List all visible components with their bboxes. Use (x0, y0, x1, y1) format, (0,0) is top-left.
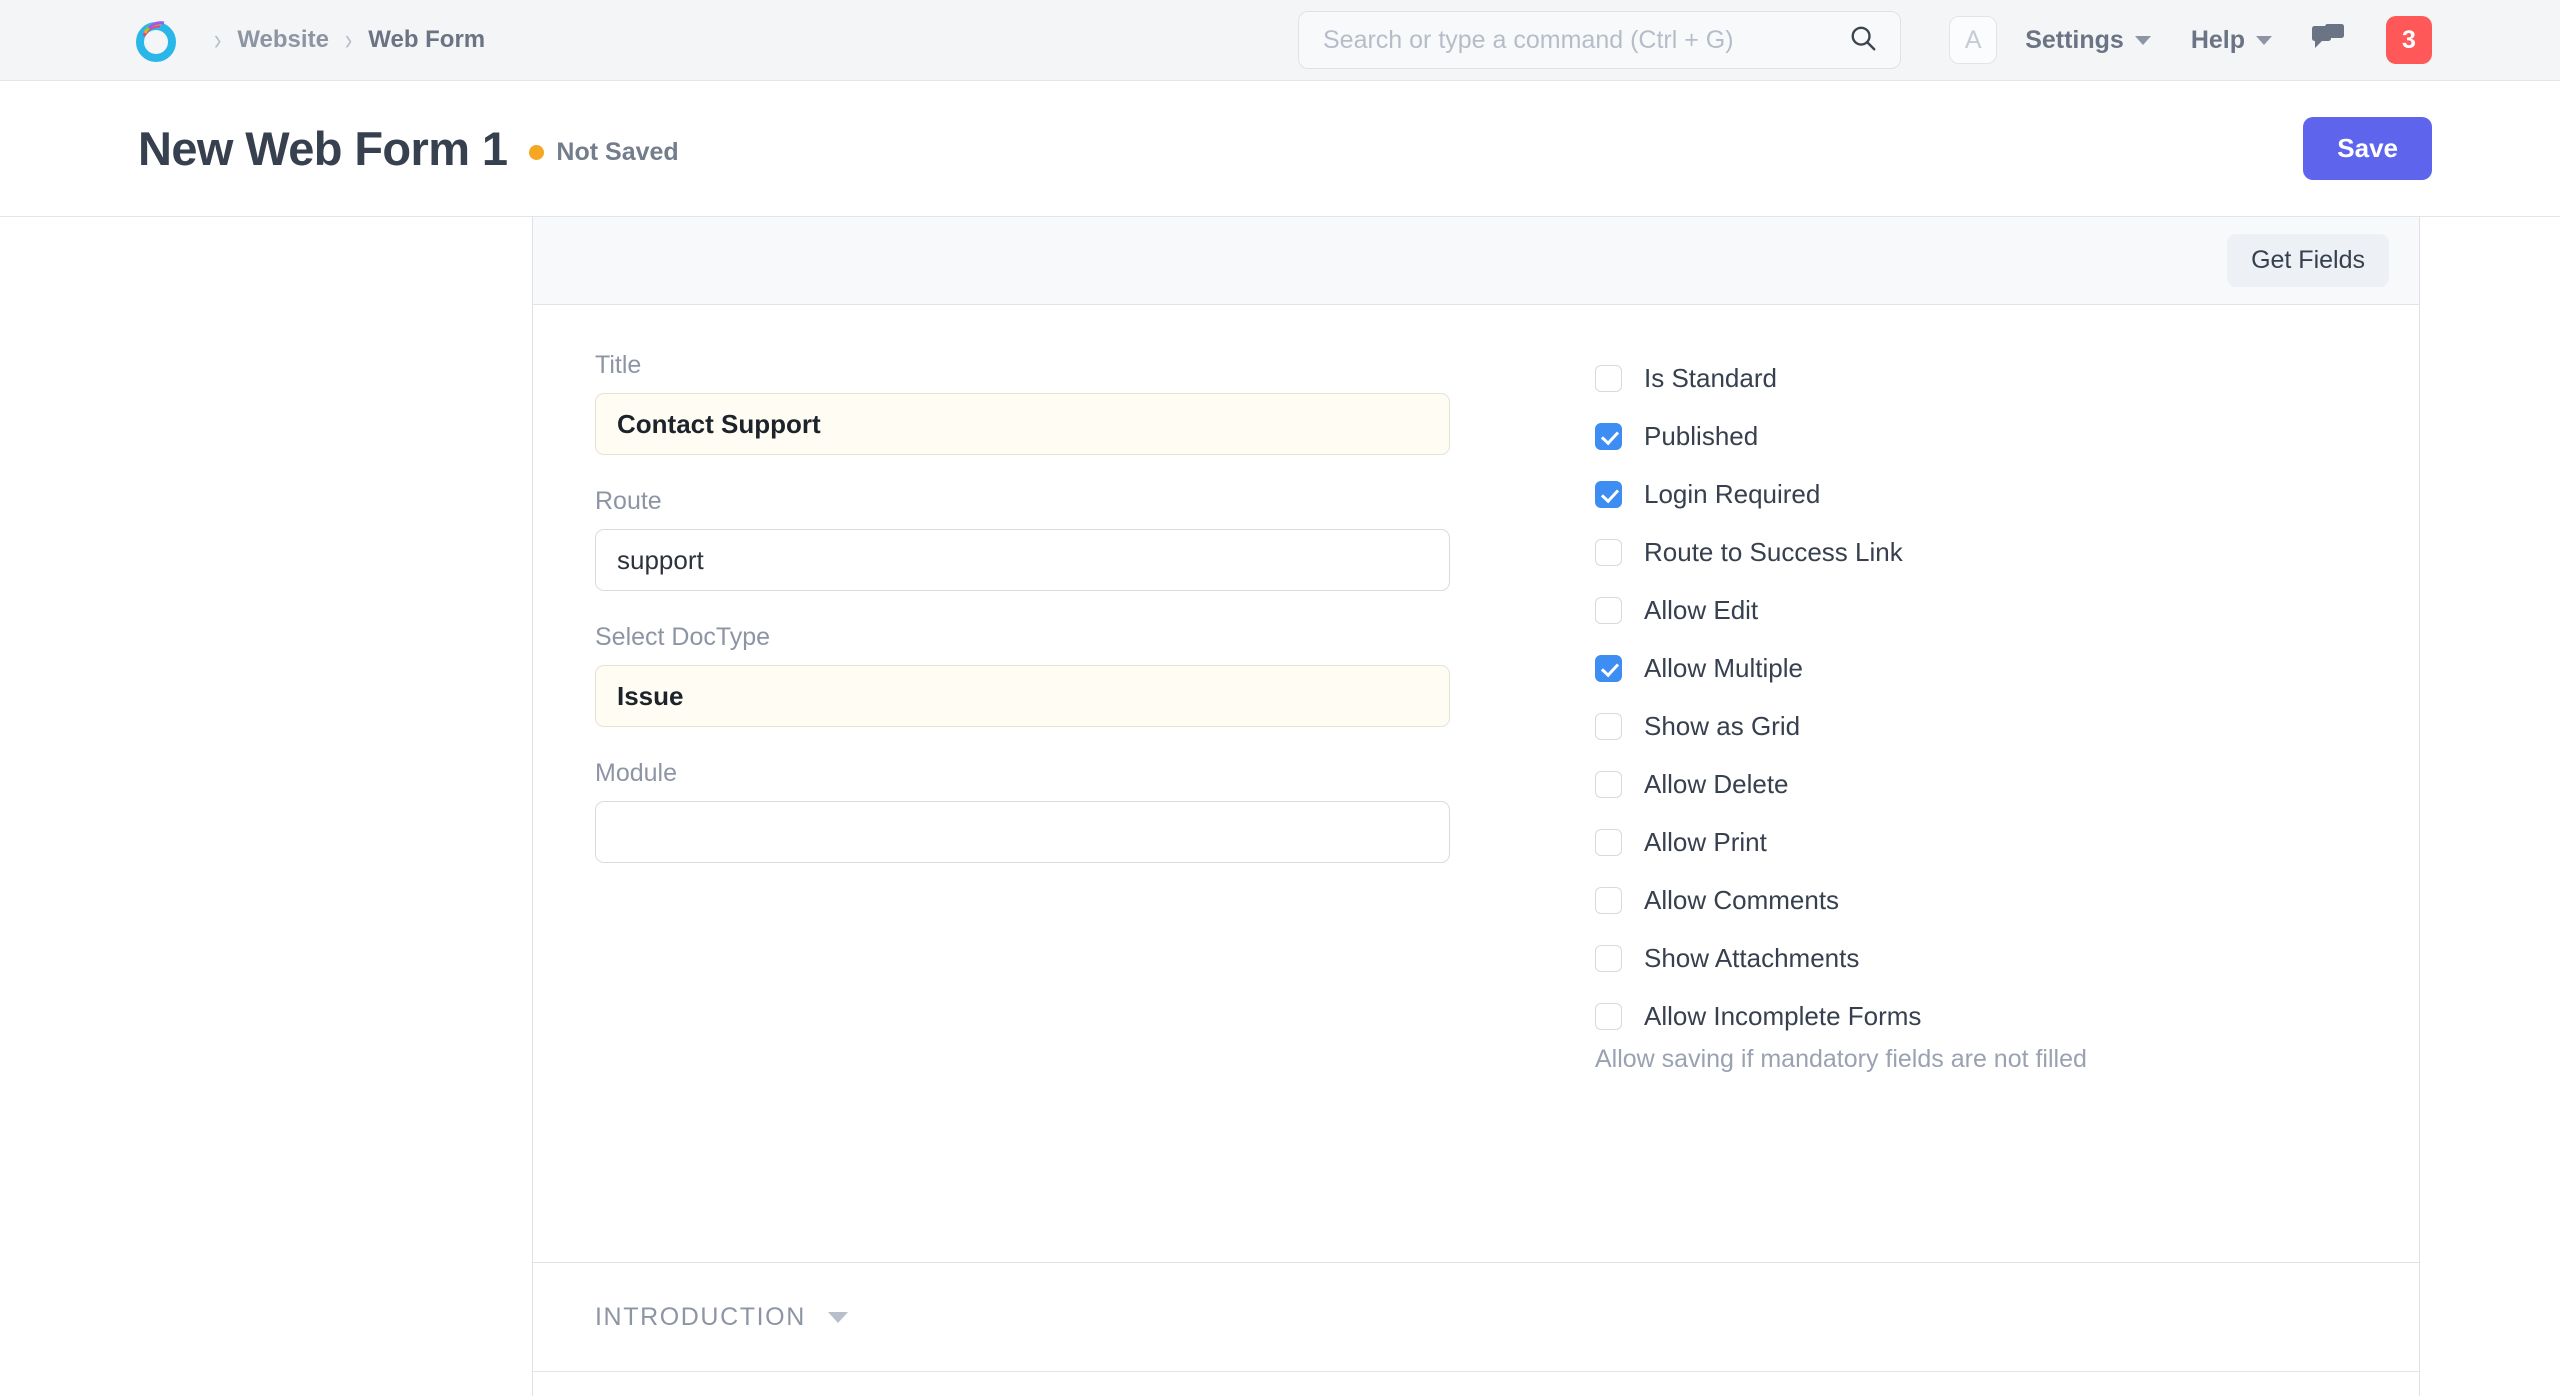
field-select-doctype-input[interactable]: Issue (595, 665, 1450, 727)
breadcrumb-separator-1: › (214, 22, 222, 57)
avatar[interactable]: A (1949, 16, 1998, 64)
field-module-label: Module (595, 759, 677, 787)
section-next-placeholder (533, 1372, 2419, 1396)
checkbox-is-standard[interactable]: Is Standard (1595, 363, 2357, 394)
checkbox-box-checked-icon[interactable] (1595, 655, 1622, 682)
breadcrumb: › Website › Web Form (0, 18, 485, 62)
checkbox-allow-comments[interactable]: Allow Comments (1595, 885, 2357, 916)
field-route-input[interactable]: support (595, 529, 1450, 591)
breadcrumb-item-website[interactable]: Website (237, 26, 329, 54)
settings-menu[interactable]: Settings (2025, 26, 2151, 55)
checkbox-allow-print[interactable]: Allow Print (1595, 827, 2357, 858)
checkbox-label: Allow Comments (1644, 885, 1840, 915)
field-select-doctype: Select DocType Issue (595, 623, 1530, 727)
checkbox-box-checked-icon[interactable] (1595, 481, 1622, 508)
field-title-label: Title (595, 351, 642, 379)
checkbox-box-icon[interactable] (1595, 829, 1622, 856)
checkbox-label: Allow Edit (1644, 595, 1759, 625)
checkbox-box-icon[interactable] (1595, 1003, 1622, 1030)
checkbox-box-icon[interactable] (1595, 539, 1622, 566)
checkbox-show-attachments[interactable]: Show Attachments (1595, 943, 2357, 974)
checkbox-label: Show Attachments (1644, 943, 1860, 973)
form-column-left: Title Contact Support Route support Sele… (595, 351, 1530, 1262)
awesomebar[interactable] (1298, 11, 1901, 69)
checkbox-label: Allow Delete (1644, 769, 1789, 799)
form-toolbar: Get Fields (533, 217, 2419, 305)
field-select-doctype-label: Select DocType (595, 623, 771, 651)
chat-bubbles-icon[interactable] (2312, 24, 2346, 56)
page-header: New Web Form 1 Not Saved Save (0, 81, 2560, 217)
checkbox-login-required[interactable]: Login Required (1595, 479, 2357, 510)
settings-menu-label: Settings (2025, 25, 2124, 54)
save-button[interactable]: Save (2303, 117, 2432, 180)
field-route-label: Route (595, 487, 662, 515)
navbar: › Website › Web Form A Settings Help (0, 0, 2560, 81)
checkbox-box-icon[interactable] (1595, 887, 1622, 914)
checkbox-label: Published (1644, 421, 1759, 451)
checkbox-route-to-success-link[interactable]: Route to Success Link (1595, 537, 2357, 568)
chevron-down-icon (2134, 35, 2151, 45)
checkbox-label: Allow Multiple (1644, 653, 1803, 683)
frappe-logo-icon[interactable] (134, 18, 178, 62)
field-module-input[interactable] (595, 801, 1450, 863)
checkbox-label: Is Standard (1644, 363, 1777, 393)
section-introduction[interactable]: INTRODUCTION (533, 1263, 2419, 1371)
allow-incomplete-forms-description: Allow saving if mandatory fields are not… (1595, 1045, 2087, 1073)
status-label: Not Saved (556, 138, 679, 166)
checkbox-box-icon[interactable] (1595, 597, 1622, 624)
search-container (1298, 11, 1901, 69)
field-route: Route support (595, 487, 1530, 591)
field-title: Title Contact Support (595, 351, 1530, 455)
chevron-down-icon[interactable] (827, 1311, 848, 1323)
breadcrumb-separator-2: › (344, 22, 353, 57)
help-menu[interactable]: Help (2191, 26, 2272, 55)
checkbox-published[interactable]: Published (1595, 421, 2357, 452)
search-input[interactable] (1321, 24, 1840, 56)
notification-badge[interactable]: 3 (2386, 16, 2432, 64)
field-title-input[interactable]: Contact Support (595, 393, 1450, 455)
chevron-down-icon (2256, 35, 2272, 45)
checkbox-label: Allow Incomplete Forms (1644, 1001, 1922, 1031)
page-content: Get Fields Title Contact Support Route s… (0, 217, 2560, 1396)
page-title: New Web Form 1 (138, 122, 508, 175)
form-card: Get Fields Title Contact Support Route s… (532, 217, 2420, 1396)
checkbox-box-icon[interactable] (1595, 365, 1622, 392)
checkbox-box-icon[interactable] (1595, 771, 1622, 798)
get-fields-button[interactable]: Get Fields (2227, 234, 2389, 287)
checkbox-allow-incomplete-forms[interactable]: Allow Incomplete Forms (1595, 1001, 2357, 1032)
checkbox-show-as-grid[interactable]: Show as Grid (1595, 711, 2357, 742)
checkbox-box-icon[interactable] (1595, 713, 1622, 740)
search-icon[interactable] (1848, 23, 1878, 58)
field-module: Module (595, 759, 1530, 863)
status-badge: Not Saved (529, 138, 679, 167)
section-introduction-label: INTRODUCTION (595, 1302, 806, 1331)
checkbox-allow-delete[interactable]: Allow Delete (1595, 769, 2357, 800)
checkbox-box-checked-icon[interactable] (1595, 423, 1622, 450)
status-dot-icon (529, 145, 545, 160)
form-body: Title Contact Support Route support Sele… (533, 305, 2419, 1262)
form-column-right: Is Standard Published Login Required Rou… (1530, 351, 2357, 1262)
checkbox-label: Allow Print (1644, 827, 1767, 857)
checkbox-allow-multiple[interactable]: Allow Multiple (1595, 653, 2357, 684)
checkbox-label: Show as Grid (1644, 711, 1801, 741)
checkbox-label: Login Required (1644, 479, 1821, 509)
navbar-right: A Settings Help 3 (1949, 0, 2432, 80)
checkbox-label: Route to Success Link (1644, 537, 1903, 567)
breadcrumb-item-web-form[interactable]: Web Form (368, 26, 485, 54)
help-menu-label: Help (2190, 25, 2245, 54)
checkbox-box-icon[interactable] (1595, 945, 1622, 972)
checkbox-allow-edit[interactable]: Allow Edit (1595, 595, 2357, 626)
